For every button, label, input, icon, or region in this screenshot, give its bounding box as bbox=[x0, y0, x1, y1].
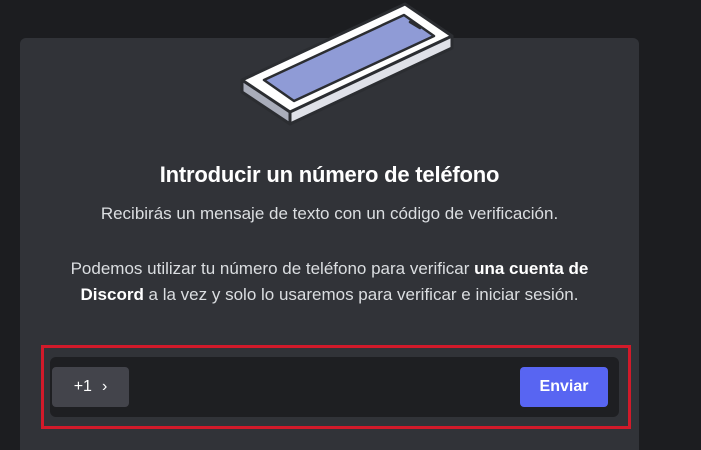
modal-title: Introducir un número de teléfono bbox=[159, 162, 500, 187]
description-text-start: Podemos utilizar tu número de teléfono p… bbox=[70, 259, 475, 278]
description-text-end: a la vez y solo lo usaremos para verific… bbox=[143, 285, 579, 304]
smartphone-icon bbox=[240, 2, 454, 126]
highlight-annotation-box bbox=[41, 345, 631, 429]
modal-description: Podemos utilizar tu número de teléfono p… bbox=[40, 256, 619, 308]
modal-subtitle: Recibirás un mensaje de texto con un cód… bbox=[100, 204, 559, 223]
